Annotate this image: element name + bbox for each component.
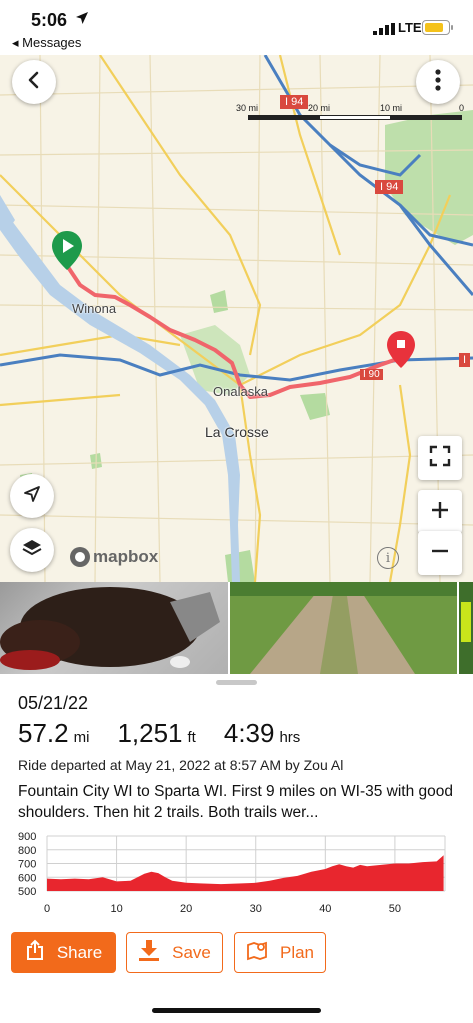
mapbox-logo-icon <box>70 547 90 567</box>
ride-photo[interactable] <box>230 582 457 674</box>
more-vertical-icon <box>435 68 441 96</box>
location-arrow-icon <box>75 11 89 30</box>
elevation-value: 1,251 <box>117 718 183 748</box>
save-button[interactable]: Save <box>126 932 223 973</box>
ride-meta: Ride departed at May 21, 2022 at 8:57 AM… <box>18 757 344 773</box>
expand-icon <box>429 445 451 472</box>
info-button[interactable]: i <box>377 547 399 569</box>
elevation-unit: ft <box>187 729 196 746</box>
ride-photo[interactable] <box>0 582 228 674</box>
back-button[interactable] <box>12 60 56 104</box>
x-tick-label: 40 <box>319 903 331 915</box>
info-icon: i <box>385 550 391 566</box>
zoom-in-button[interactable] <box>418 490 462 534</box>
status-bar: 5:06 ◂ Messages LTE <box>0 0 473 55</box>
scale-label: 0 <box>459 103 465 113</box>
share-button[interactable]: Share <box>11 932 116 973</box>
more-options-button[interactable] <box>416 60 460 104</box>
start-pin-icon <box>52 231 82 270</box>
place-label: Winona <box>72 301 117 316</box>
route-map[interactable]: I 94 I 94 I I 90 Winona Onalaska La Cros… <box>0 55 473 582</box>
y-tick-label: 800 <box>18 845 36 857</box>
y-tick-label: 900 <box>18 831 36 843</box>
share-label: Share <box>56 942 103 962</box>
x-tick-label: 0 <box>44 903 50 915</box>
fullscreen-button[interactable] <box>418 436 462 480</box>
share-icon <box>25 939 45 966</box>
battery-icon <box>422 20 453 35</box>
elevation-chart[interactable]: 500 600700 800 900 0 10 20 30 40 50 <box>0 826 473 918</box>
y-tick-label: 600 <box>18 872 36 884</box>
map-scale: 30 mi 20 mi 10 mi 0 <box>236 103 466 125</box>
highway-shield: I 90 <box>360 369 383 380</box>
x-tick-label: 50 <box>389 903 401 915</box>
ride-description[interactable]: Fountain City WI to Sparta WI. First 9 m… <box>18 781 463 823</box>
plus-icon <box>430 500 450 525</box>
map-layers-button[interactable] <box>10 528 54 572</box>
save-label: Save <box>172 942 211 962</box>
plan-label: Plan <box>279 942 315 962</box>
distance-unit: mi <box>73 729 90 746</box>
signal-icon <box>373 22 395 40</box>
x-tick-label: 10 <box>110 903 122 915</box>
place-label: La Crosse <box>205 424 269 440</box>
duration-value: 4:39 <box>223 718 275 748</box>
network-label: LTE <box>398 20 422 35</box>
locate-me-button[interactable] <box>10 474 54 518</box>
chevron-left-icon <box>24 70 44 95</box>
highway-shield: I 94 <box>375 180 404 194</box>
place-label: Onalaska <box>213 384 268 399</box>
highway-shield: I <box>459 353 471 367</box>
distance-value: 57.2 <box>18 718 69 748</box>
back-to-app-link[interactable]: ◂ Messages <box>12 35 81 51</box>
plan-button[interactable]: Plan <box>234 932 326 973</box>
scale-label: 20 mi <box>308 103 331 113</box>
x-tick-label: 20 <box>180 903 192 915</box>
location-arrow-icon <box>22 484 42 509</box>
layers-icon <box>21 537 43 564</box>
ride-photo[interactable] <box>459 582 473 674</box>
duration-unit: hrs <box>279 729 301 746</box>
map-pin-icon <box>246 939 268 966</box>
download-icon <box>138 939 160 966</box>
elevation-area <box>47 855 444 891</box>
map-canvas <box>0 55 473 582</box>
mapbox-wordmark: mapbox <box>93 547 159 566</box>
photo-strip[interactable] <box>0 582 473 674</box>
clock: 5:06 <box>31 10 68 30</box>
y-tick-label: 700 <box>18 859 36 871</box>
zoom-out-button[interactable] <box>418 531 462 575</box>
y-tick-label: 500 <box>18 886 36 898</box>
mapbox-attribution[interactable]: mapbox <box>70 547 158 567</box>
x-tick-label: 30 <box>250 903 262 915</box>
ride-date: 05/21/22 <box>18 693 89 713</box>
sheet-drag-handle[interactable] <box>216 680 257 685</box>
minus-icon <box>430 541 450 566</box>
scale-label: 30 mi <box>236 103 259 113</box>
ride-stats: 57.2 mi 1,251 ft 4:39 hrs <box>18 718 328 749</box>
home-indicator <box>152 1008 321 1013</box>
scale-label: 10 mi <box>380 103 403 113</box>
